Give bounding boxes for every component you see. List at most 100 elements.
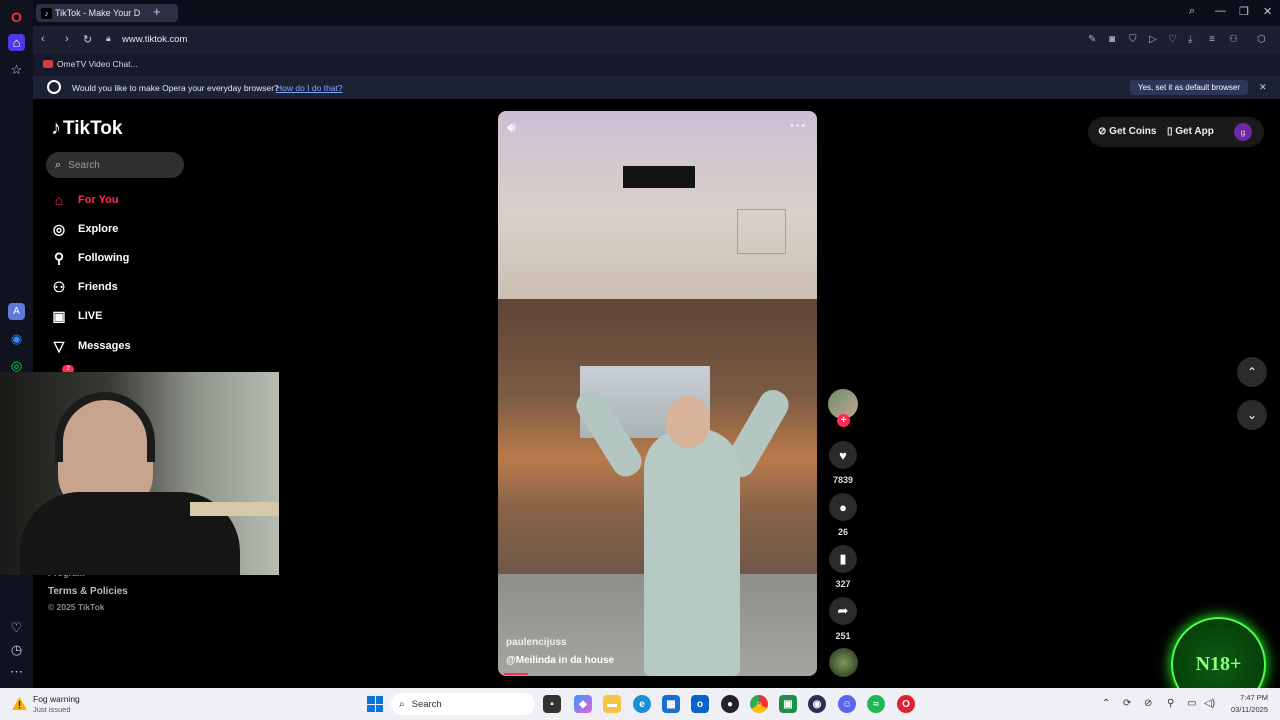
- camera-icon[interactable]: ◙: [1109, 34, 1115, 45]
- opera-infobar-icon: [47, 80, 61, 94]
- volume-icon[interactable]: 🔊︎: [507, 119, 516, 136]
- tray-battery-icon[interactable]: ▭: [1187, 698, 1196, 709]
- maximize-icon[interactable]: ❐: [1239, 5, 1249, 18]
- edge-icon[interactable]: e: [633, 695, 651, 713]
- nav-explore[interactable]: ◎ Explore: [51, 221, 118, 237]
- video-caption[interactable]: @Meilinda in da house: [506, 655, 614, 666]
- video-author[interactable]: paulencijuss: [506, 637, 567, 648]
- infobar-close-icon[interactable]: ✕: [1259, 82, 1267, 93]
- opera-taskbar-icon[interactable]: O: [897, 695, 915, 713]
- copilot-icon[interactable]: ◆: [574, 695, 592, 713]
- search-box[interactable]: ⌕: [46, 152, 184, 178]
- edit-icon[interactable]: ✎: [1088, 34, 1096, 45]
- messenger-icon[interactable]: ◉: [8, 330, 25, 347]
- like-button[interactable]: ♥: [829, 441, 857, 469]
- tray-chevron-icon[interactable]: ⌃: [1102, 698, 1110, 709]
- start-button[interactable]: [367, 696, 383, 712]
- profile-avatar[interactable]: g: [1234, 123, 1252, 141]
- shield-icon[interactable]: ⛉: [1129, 34, 1137, 45]
- tray-mic-icon[interactable]: ⚲: [1167, 698, 1174, 709]
- video-player[interactable]: 🔊︎ ··· paulencijuss @Meilinda in da hous…: [498, 111, 817, 676]
- video-progress-bar[interactable]: [504, 673, 528, 675]
- app-green-icon[interactable]: ▣: [779, 695, 797, 713]
- more-sidebar-icon[interactable]: ⋯: [8, 663, 25, 680]
- get-coins-button[interactable]: ⊘ Get Coins: [1098, 126, 1156, 137]
- save-button[interactable]: ▮: [829, 545, 857, 573]
- nav-friends[interactable]: ⚇ Friends: [51, 279, 118, 295]
- star-icon[interactable]: ☆: [8, 61, 25, 78]
- nav-following[interactable]: ⚲ Following: [51, 250, 129, 266]
- nav-messages[interactable]: ▽ Messages: [51, 338, 131, 354]
- search-tabs-icon[interactable]: ⌕: [1189, 5, 1195, 18]
- chevron-up-icon: ⌃: [1246, 365, 1258, 379]
- close-window-icon[interactable]: ✕: [1263, 5, 1272, 18]
- footer-terms-link[interactable]: Terms & Policies: [48, 586, 128, 597]
- url-field[interactable]: www.tiktok.com: [122, 34, 187, 45]
- more-options-icon[interactable]: ···: [790, 117, 807, 133]
- clock-date[interactable]: 03/11/2025: [1222, 705, 1268, 714]
- app-circle-icon[interactable]: ◉: [808, 695, 826, 713]
- opera-logo-icon[interactable]: O: [8, 8, 25, 25]
- video-kid-head: [666, 396, 710, 448]
- home-sidebar-icon[interactable]: ⌂: [8, 34, 25, 51]
- windows-taskbar: Fog warning Just issued ⌕ Search ▪ ◆ ▬ e…: [0, 688, 1280, 720]
- play-icon[interactable]: ▷: [1149, 34, 1157, 45]
- forward-icon[interactable]: ›: [65, 33, 69, 45]
- outlook-icon[interactable]: o: [691, 695, 709, 713]
- menu-icon[interactable]: ≡: [1209, 34, 1215, 45]
- get-app-button[interactable]: ▯ Get App: [1167, 126, 1214, 137]
- download-icon[interactable]: ⤓: [1188, 34, 1192, 45]
- account-icon[interactable]: ⚇: [1229, 34, 1238, 45]
- infobar-text: Would you like to make Opera your everyd…: [72, 83, 279, 93]
- heart-sidebar-icon[interactable]: ♡: [8, 619, 25, 636]
- chrome-icon[interactable]: ○: [750, 695, 768, 713]
- tray-volume-icon[interactable]: ◁): [1204, 698, 1215, 709]
- nav-live[interactable]: ▣ LIVE: [51, 308, 102, 324]
- nav-label: Messages: [78, 340, 131, 352]
- aria-icon[interactable]: A: [8, 303, 25, 320]
- previous-video-button[interactable]: ⌃: [1237, 357, 1267, 387]
- extensions-icon[interactable]: ⬡: [1257, 34, 1266, 45]
- back-icon[interactable]: ‹: [41, 33, 45, 45]
- infobar-help-link[interactable]: How do I do that?: [276, 83, 343, 93]
- tray-sync-icon[interactable]: ⟳: [1123, 698, 1131, 709]
- discord-icon[interactable]: ☺: [838, 695, 856, 713]
- share-button[interactable]: ➦: [829, 597, 857, 625]
- taskbar-search-label: Search: [411, 698, 442, 710]
- tray-app-icon[interactable]: ⊘: [1144, 698, 1152, 709]
- nav-label: For You: [78, 194, 119, 206]
- new-tab-button[interactable]: +: [153, 4, 161, 19]
- minimize-icon[interactable]: —: [1215, 5, 1226, 17]
- weather-title[interactable]: Fog warning: [33, 694, 80, 704]
- task-view-icon[interactable]: ▪: [543, 695, 561, 713]
- store-icon[interactable]: ▦: [662, 695, 680, 713]
- set-default-button[interactable]: Yes, set it as default browser: [1130, 80, 1248, 95]
- reload-icon[interactable]: ↻: [83, 33, 92, 46]
- follow-button[interactable]: +: [837, 414, 850, 427]
- warning-icon[interactable]: [12, 697, 27, 710]
- taskbar-search[interactable]: ⌕ Search: [391, 693, 535, 715]
- live-icon: ▣: [52, 307, 66, 324]
- nav-label: Friends: [78, 281, 118, 293]
- comment-button[interactable]: ●: [829, 493, 857, 521]
- history-icon[interactable]: ◷: [8, 641, 25, 658]
- tiktok-logo[interactable]: ♪ TikTok: [51, 117, 122, 140]
- music-disc[interactable]: [829, 648, 858, 677]
- webcam-overlay: [0, 372, 279, 575]
- nav-for-you[interactable]: ⌂ For You: [51, 192, 119, 208]
- next-video-button[interactable]: ⌄: [1237, 400, 1267, 430]
- clock-time[interactable]: 7:47 PM: [1222, 693, 1268, 702]
- app-dark-icon[interactable]: ●: [721, 695, 739, 713]
- heart-toolbar-icon[interactable]: ♡: [1168, 34, 1177, 45]
- chevron-down-icon: ⌄: [1246, 408, 1258, 422]
- spotify-icon[interactable]: ≈: [867, 695, 885, 713]
- bookmark-icon: ▮: [839, 551, 847, 566]
- nav-label: Explore: [78, 223, 119, 235]
- file-explorer-icon[interactable]: ▬: [603, 695, 621, 713]
- bookmark-ometv[interactable]: OmeTV Video Chat...: [43, 59, 138, 69]
- friends-icon: ⚇: [52, 278, 66, 295]
- tab-title: TikTok - Make Your D: [55, 8, 141, 18]
- opera-sidebar: O ⌂ ☆ A ◉ ◎ ♡ ◷ ⋯: [0, 0, 33, 688]
- taskbar-search-icon: ⌕: [399, 698, 405, 710]
- search-input[interactable]: [68, 159, 169, 171]
